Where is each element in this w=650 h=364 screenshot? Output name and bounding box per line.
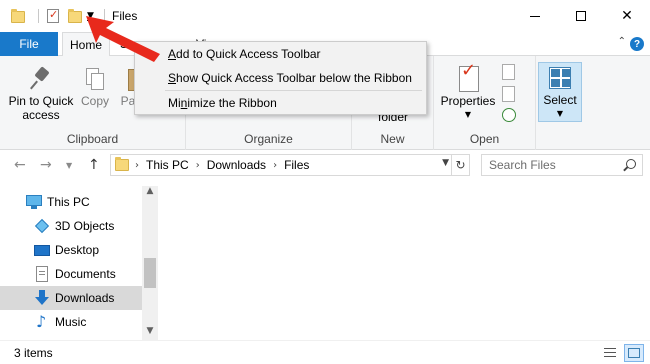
properties-large-icon: [455, 64, 481, 92]
pin-icon: [29, 66, 53, 92]
breadcrumb-files[interactable]: Files: [284, 158, 309, 172]
properties-button[interactable]: Properties ▼: [438, 64, 498, 122]
large-icons-view-icon[interactable]: [624, 344, 644, 362]
menu-accelerator: S: [168, 71, 177, 85]
details-view-icon[interactable]: [602, 346, 618, 360]
nav-item-label: Music: [55, 315, 87, 329]
select-label: Select: [543, 93, 577, 107]
menu-item-minimize-ribbon[interactable]: Mi n imize the Ribbon: [135, 91, 426, 115]
status-bar: 3 items: [0, 340, 650, 364]
folder-icon: [10, 8, 26, 24]
item-count: 3 items: [14, 346, 53, 360]
nav-item-label: Downloads: [55, 291, 115, 305]
close-icon: ✕: [621, 8, 633, 24]
scroll-down-icon[interactable]: ▼: [142, 326, 158, 340]
search-input[interactable]: [489, 158, 619, 172]
properties-label: Properties: [440, 94, 496, 108]
breadcrumb-downloads[interactable]: Downloads: [207, 158, 266, 172]
breadcrumb-chevron-icon[interactable]: ›: [273, 160, 277, 171]
music-icon: ♪: [36, 312, 47, 331]
3d-objects-icon: [34, 218, 50, 234]
pin-label-line2: access: [22, 108, 60, 122]
documents-icon: [34, 266, 50, 282]
history-icon[interactable]: [502, 108, 518, 124]
menu-accelerator: n: [180, 96, 188, 110]
nav-pane-scrollbar[interactable]: ▲ ▼: [142, 186, 158, 340]
search-icon: [626, 159, 636, 169]
nav-item-desktop[interactable]: Desktop: [0, 238, 142, 262]
search-box[interactable]: [481, 154, 643, 176]
address-bar[interactable]: › This PC › Downloads › Files ▼ ↻: [110, 154, 470, 176]
tab-file[interactable]: File: [0, 32, 58, 56]
nav-item-label: This PC: [47, 195, 90, 209]
close-button[interactable]: ✕: [604, 0, 650, 32]
open-group: Properties ▼ Open: [434, 56, 536, 150]
chevron-down-icon: ▼: [464, 110, 472, 119]
breadcrumb-chevron-icon[interactable]: ›: [135, 160, 139, 171]
menu-item-label: imize the Ribbon: [187, 96, 277, 110]
computer-icon: [26, 194, 42, 210]
scroll-thumb[interactable]: [144, 258, 156, 288]
select-icon: [549, 67, 571, 89]
refresh-icon[interactable]: ↻: [451, 155, 469, 175]
copy-button[interactable]: Copy: [78, 66, 112, 108]
new-folder-icon[interactable]: [67, 8, 83, 24]
edit-icon[interactable]: [502, 86, 518, 102]
clipboard-group-label: Clipboard: [66, 132, 119, 146]
nav-item-3d-objects[interactable]: 3D Objects: [0, 214, 142, 238]
window-controls: ✕: [512, 0, 650, 32]
menu-accelerator: A: [168, 47, 177, 61]
menu-item-prefix: Mi: [168, 96, 181, 110]
maximize-icon: [576, 11, 586, 21]
maximize-button[interactable]: [558, 0, 604, 32]
breadcrumb-this-pc[interactable]: This PC: [146, 158, 189, 172]
select-group: Select ▼: [536, 56, 586, 150]
qat-separator: [38, 9, 39, 23]
help-icon[interactable]: ?: [630, 37, 644, 51]
file-explorer-window: ▼ Files ✕ File Home Share View ⌃ ? Pin t…: [0, 0, 650, 364]
navigation-pane: This PC 3D Objects Desktop Documents Dow…: [0, 186, 158, 340]
minimize-button[interactable]: [512, 0, 558, 32]
qat-context-menu: Add to Quick Access Toolbar Show Quick A…: [134, 41, 427, 115]
folder-icon: [115, 157, 129, 171]
properties-icon[interactable]: [45, 8, 61, 24]
menu-item-label: how Quick Access Toolbar below the Ribbo…: [176, 71, 412, 85]
new-group-label: New: [380, 132, 405, 146]
navigation-row: ← → ▼ ↑ › This PC › Downloads › Files ▼ …: [0, 150, 650, 180]
forward-arrow-icon[interactable]: →: [40, 157, 52, 173]
copy-icon: [84, 66, 106, 92]
recent-locations-icon[interactable]: ▼: [66, 161, 72, 170]
downloads-icon: [34, 290, 50, 306]
nav-item-label: Desktop: [55, 243, 100, 257]
scroll-up-icon[interactable]: ▲: [142, 186, 158, 200]
back-arrow-icon[interactable]: ←: [14, 157, 26, 173]
select-button[interactable]: Select ▼: [538, 62, 582, 122]
pin-to-quick-access-button[interactable]: Pin to Quick access: [6, 66, 76, 122]
copy-label: Copy: [80, 94, 109, 108]
minimize-icon: [530, 15, 540, 17]
nav-item-downloads[interactable]: Downloads: [0, 286, 142, 310]
menu-item-show-qat-below[interactable]: Show Quick Access Toolbar below the Ribb…: [135, 66, 426, 90]
nav-item-music[interactable]: ♪ Music: [0, 310, 142, 334]
nav-item-this-pc[interactable]: This PC: [0, 190, 142, 214]
file-list-area[interactable]: [158, 186, 650, 340]
pin-label-line1: Pin to Quick: [8, 94, 74, 108]
open-icon[interactable]: [502, 64, 518, 80]
nav-item-label: 3D Objects: [55, 219, 115, 233]
collapse-ribbon-icon[interactable]: ⌃: [618, 36, 626, 47]
menu-item-label: dd to Quick Access Toolbar: [176, 47, 321, 61]
red-arrow-annotation: [86, 16, 160, 62]
nav-item-documents[interactable]: Documents: [0, 262, 142, 286]
nav-item-label: Documents: [55, 267, 116, 281]
address-dropdown-icon[interactable]: ▼: [442, 158, 449, 168]
desktop-icon: [34, 242, 50, 258]
menu-item-add-to-qat[interactable]: Add to Quick Access Toolbar: [135, 42, 426, 66]
open-group-label: Open: [469, 132, 500, 146]
organize-group-label: Organize: [244, 132, 293, 146]
chevron-down-icon: ▼: [556, 109, 564, 118]
up-arrow-icon[interactable]: ↑: [88, 157, 100, 173]
breadcrumb-chevron-icon[interactable]: ›: [196, 160, 200, 171]
